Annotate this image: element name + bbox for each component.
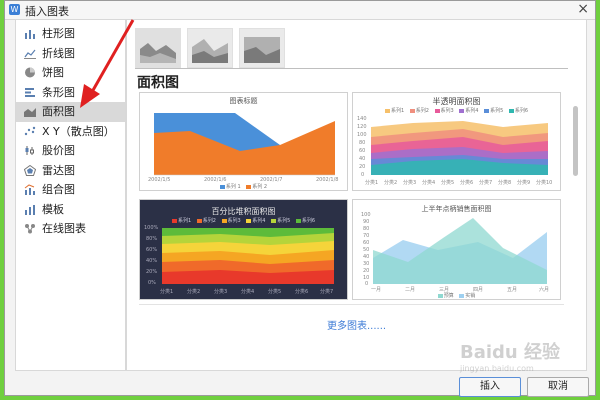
- watermark-text: Baidu 经验: [460, 342, 561, 363]
- watermark-url: jingyan.baidu.com: [460, 364, 534, 373]
- baidu-watermark: Baidu 经验 jingyan.baidu.com: [460, 338, 560, 373]
